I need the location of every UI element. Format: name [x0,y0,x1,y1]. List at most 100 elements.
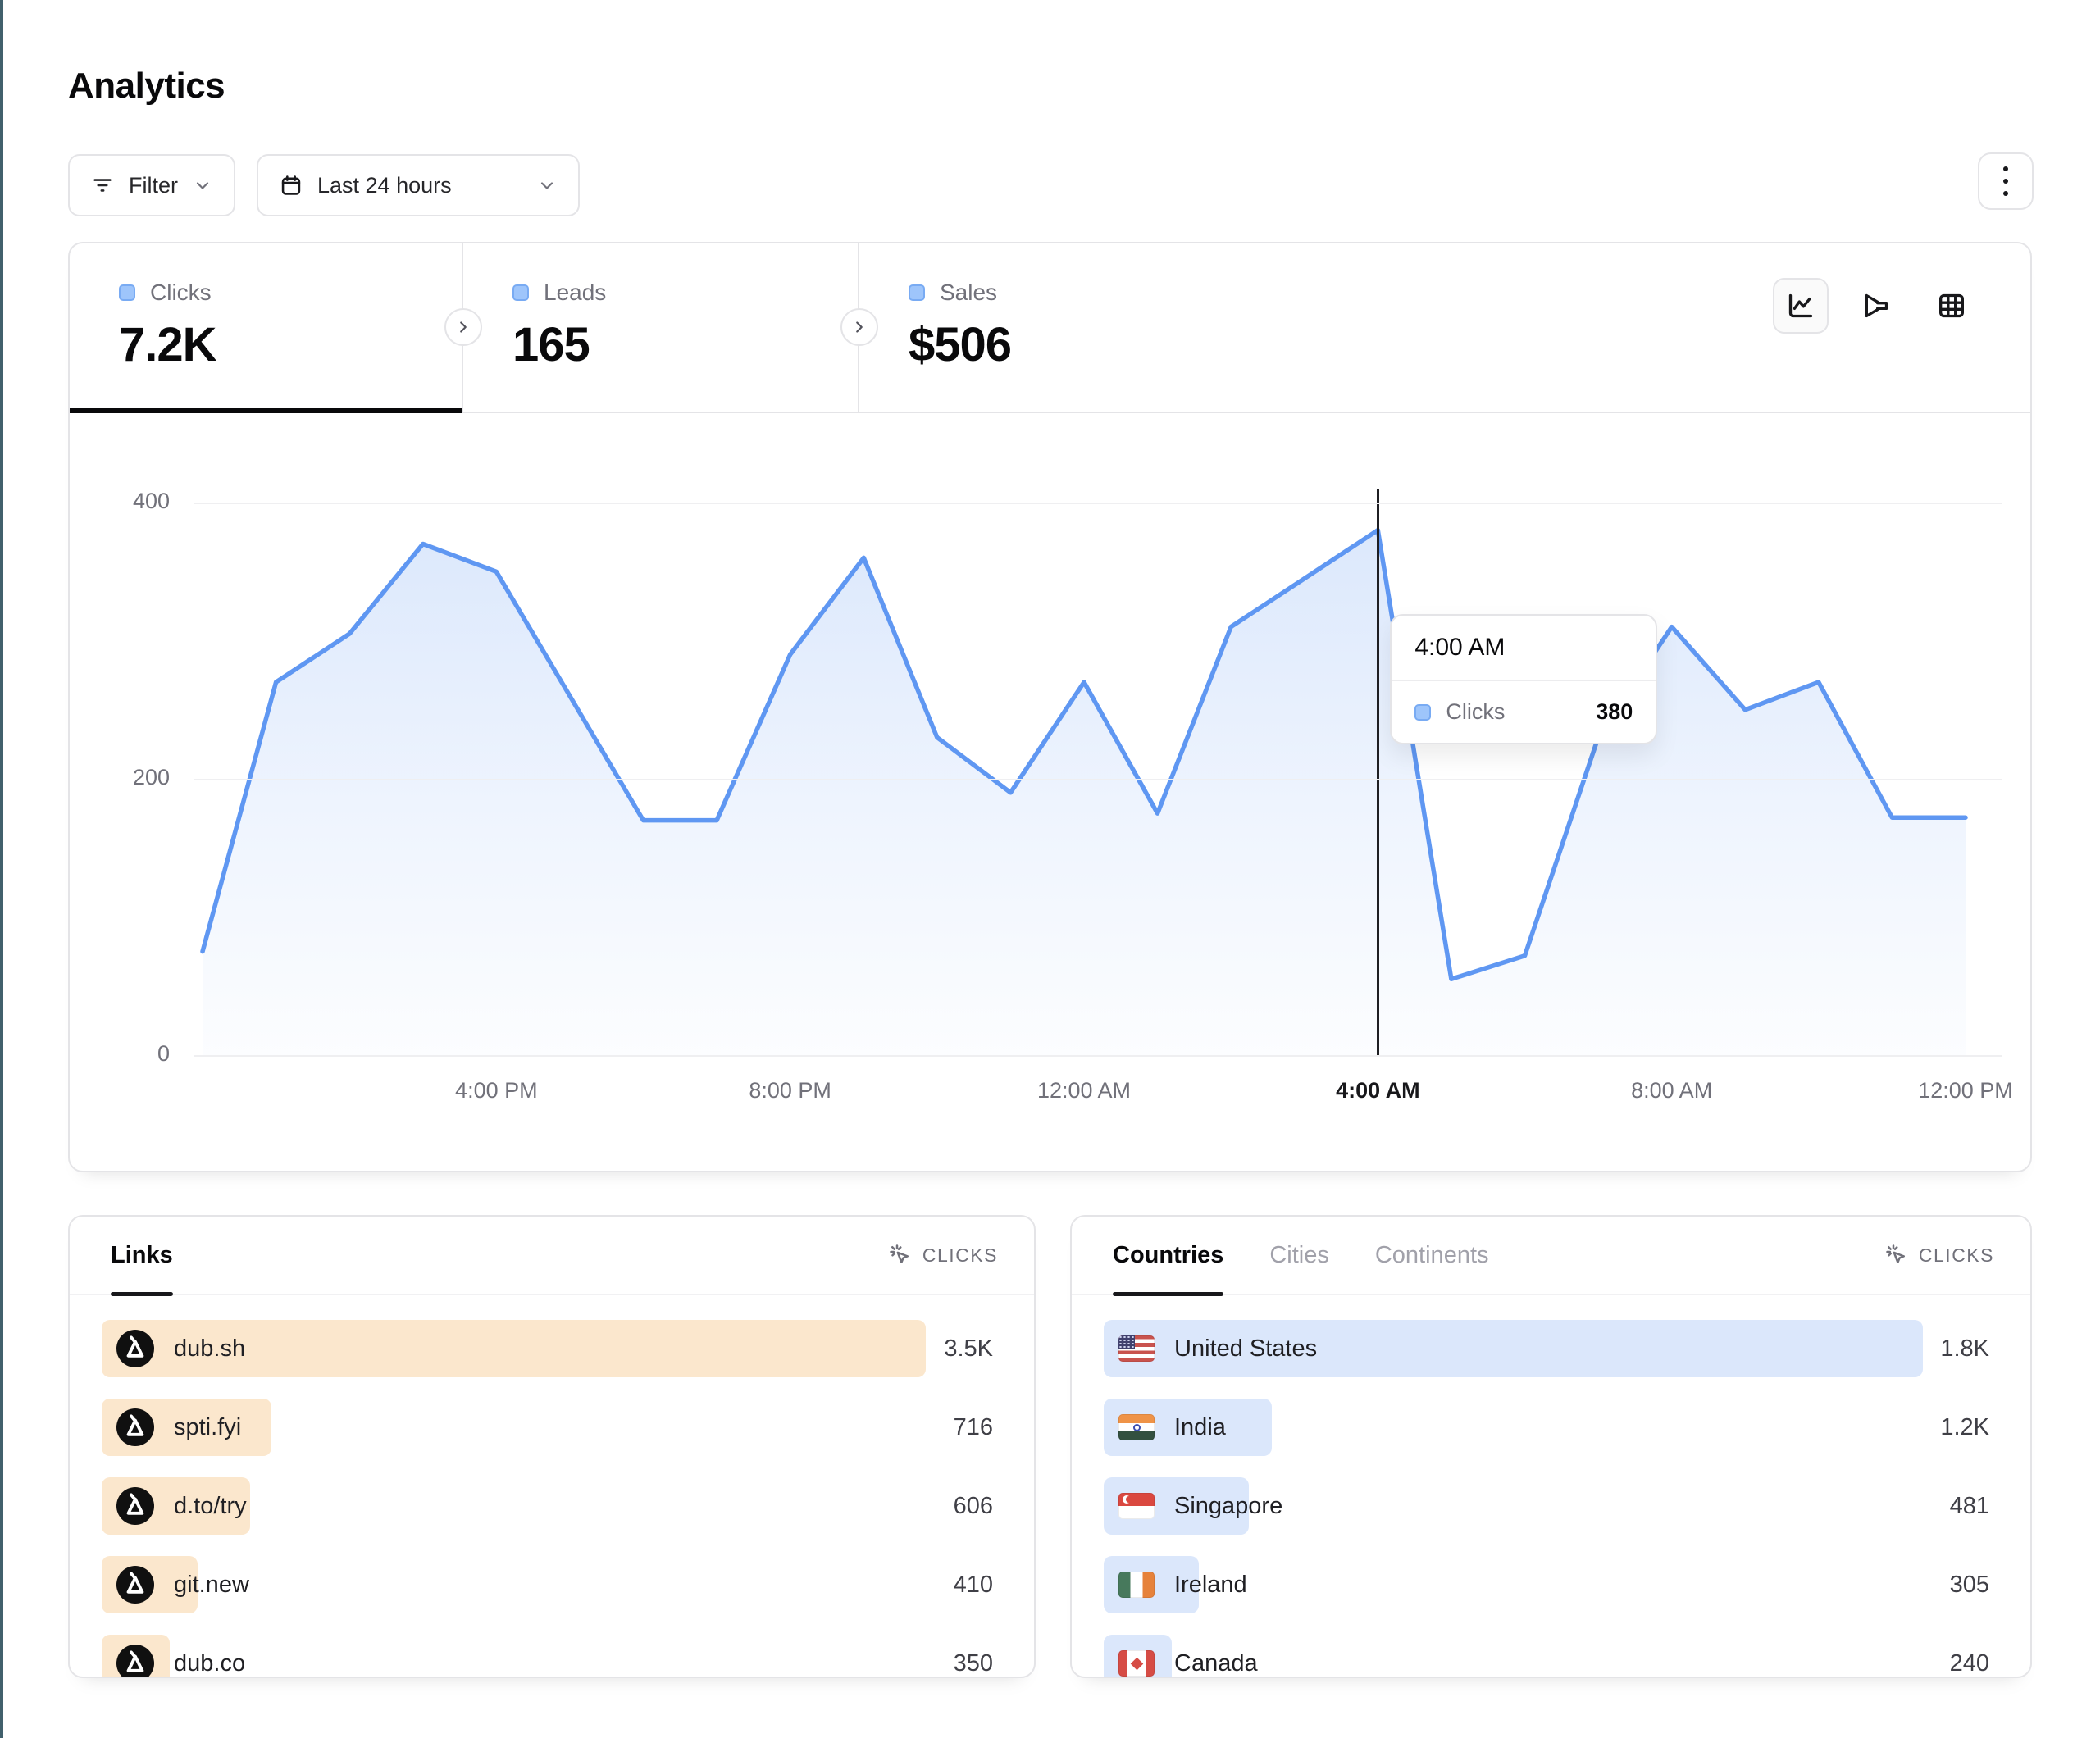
date-range-button[interactable]: Last 24 hours [257,154,580,216]
clicks-metric-toggle[interactable]: CLICKS [1884,1243,1994,1267]
table-view-icon [1935,289,1968,322]
funnel-chart-view-button[interactable] [1848,278,1904,334]
expand-stat-button[interactable] [840,308,878,346]
country-row[interactable]: Singapore 481 [1104,1477,1989,1535]
country-row[interactable]: Ireland 305 [1104,1556,1989,1613]
more-options-button[interactable] [1978,152,2034,210]
link-row[interactable]: git.new 410 [102,1556,993,1613]
chart-crosshair [1377,489,1379,1055]
row-clicks-value: 240 [1950,1635,1989,1678]
tooltip-time: 4:00 AM [1392,616,1656,681]
y-axis-tick: 400 [71,489,170,514]
countries-panel-header: Countries Cities Continents CLICKS [1072,1217,2030,1295]
cursor-click-icon [1884,1243,1909,1267]
link-row[interactable]: dub.co 350 [102,1635,993,1678]
country-row[interactable]: India 1.2K [1104,1399,1989,1456]
gridline [194,1055,2002,1057]
chevron-down-icon [193,175,212,195]
analytics-card: Clicks7.2KLeads165Sales$506 4:00 AM Clic… [68,242,2032,1172]
dub-logo-icon [116,1330,154,1367]
countries-rows: United States1.8K India 1.2K Singapore 481 Ir… [1072,1295,2030,1678]
countries-tab-continents[interactable]: Continents [1375,1216,1489,1294]
line-chart-icon [1784,289,1817,322]
expand-stat-button[interactable] [444,308,482,346]
countries-panel: Countries Cities Continents CLICKS United … [1070,1215,2032,1678]
row-label: United States [1174,1335,1317,1363]
stat-tab-leads[interactable]: Leads 165 [463,243,859,412]
stat-label: Sales [940,280,997,306]
funnel-chart-icon [1860,289,1893,322]
gridline [194,779,2002,780]
calendar-icon [280,174,303,197]
link-row[interactable]: spti.fyi716 [102,1399,993,1456]
row-label: Ireland [1174,1572,1247,1599]
analytics-page: { "page": { "title": "Analytics" }, "too… [0,0,2100,1738]
stat-label: Leads [544,280,606,306]
area-fill [203,530,1966,1055]
row-clicks-value: 350 [954,1635,993,1678]
row-label: Singapore [1174,1493,1282,1520]
countries-tab-cities[interactable]: Cities [1269,1216,1329,1294]
chevron-down-icon [537,175,557,195]
row-clicks-value: 410 [954,1556,993,1613]
stat-value: 165 [512,317,858,372]
kebab-menu-icon [2003,166,2008,171]
table-view-button[interactable] [1924,278,1979,334]
filter-icon [91,174,114,197]
stat-tab-clicks[interactable]: Clicks7.2K [70,243,463,412]
series-swatch [1414,704,1431,721]
flag-ca-icon [1118,1650,1155,1677]
row-clicks-value: 606 [954,1477,993,1535]
legend-square-icon [119,284,135,301]
row-clicks-value: 305 [1950,1556,1989,1613]
metric-label: CLICKS [922,1244,998,1267]
x-axis-tick: 8:00 AM [1590,1078,1754,1103]
row-label: India [1174,1414,1226,1441]
left-edge-accent [0,0,3,1738]
row-clicks-value: 1.2K [1940,1399,1989,1456]
toolbar: Filter Last 24 hours [68,154,580,216]
row-label: d.to/try [174,1493,247,1520]
row-label: spti.fyi [174,1414,241,1441]
line-chart-view-button[interactable] [1773,278,1829,334]
y-axis-tick: 200 [71,765,170,790]
cursor-click-icon [888,1243,913,1267]
gridline [194,503,2002,504]
clicks-metric-toggle[interactable]: CLICKS [888,1243,998,1267]
row-label: dub.sh [174,1335,245,1363]
chart-tooltip: 4:00 AM Clicks 380 [1390,614,1657,744]
chevron-right-icon [454,318,472,336]
dub-logo-icon [116,1408,154,1446]
row-clicks-value: 481 [1950,1477,1989,1535]
link-row[interactable]: d.to/try 606 [102,1477,993,1535]
country-row[interactable]: Canada240 [1104,1635,1989,1678]
stat-tabs: Clicks7.2KLeads165Sales$506 [70,243,2030,413]
metric-label: CLICKS [1919,1244,1994,1267]
dub-logo-icon [116,1645,154,1678]
area-chart-plot[interactable] [203,489,1966,1055]
stat-label: Clicks [150,280,212,306]
chevron-right-icon [850,318,868,336]
x-axis-tick: 8:00 PM [708,1078,872,1103]
links-panel: Links CLICKS dub.sh3.5K spti.fyi716 d.to/t… [68,1215,1036,1678]
countries-tab-countries[interactable]: Countries [1113,1216,1223,1294]
legend-square-icon [909,284,925,301]
link-row[interactable]: dub.sh3.5K [102,1320,993,1377]
links-tab-links[interactable]: Links [111,1216,173,1294]
flag-in-icon [1118,1414,1155,1440]
dub-logo-icon [116,1487,154,1525]
date-range-label: Last 24 hours [317,173,452,198]
legend-square-icon [512,284,529,301]
flag-us-icon [1118,1335,1155,1362]
links-rows: dub.sh3.5K spti.fyi716 d.to/try 606 git.new 4… [70,1295,1034,1678]
row-label: git.new [174,1572,249,1599]
country-row[interactable]: United States1.8K [1104,1320,1989,1377]
links-panel-header: Links CLICKS [70,1217,1034,1295]
tooltip-value: 380 [1596,699,1633,725]
clicks-chart: 4:00 AM Clicks 380 02004004:00 PM8:00 PM… [70,412,2030,1174]
view-switch [1773,278,1979,334]
filter-label: Filter [129,173,178,198]
row-label: dub.co [174,1650,245,1677]
x-axis-tick: 12:00 AM [1002,1078,1166,1103]
filter-button[interactable]: Filter [68,154,235,216]
